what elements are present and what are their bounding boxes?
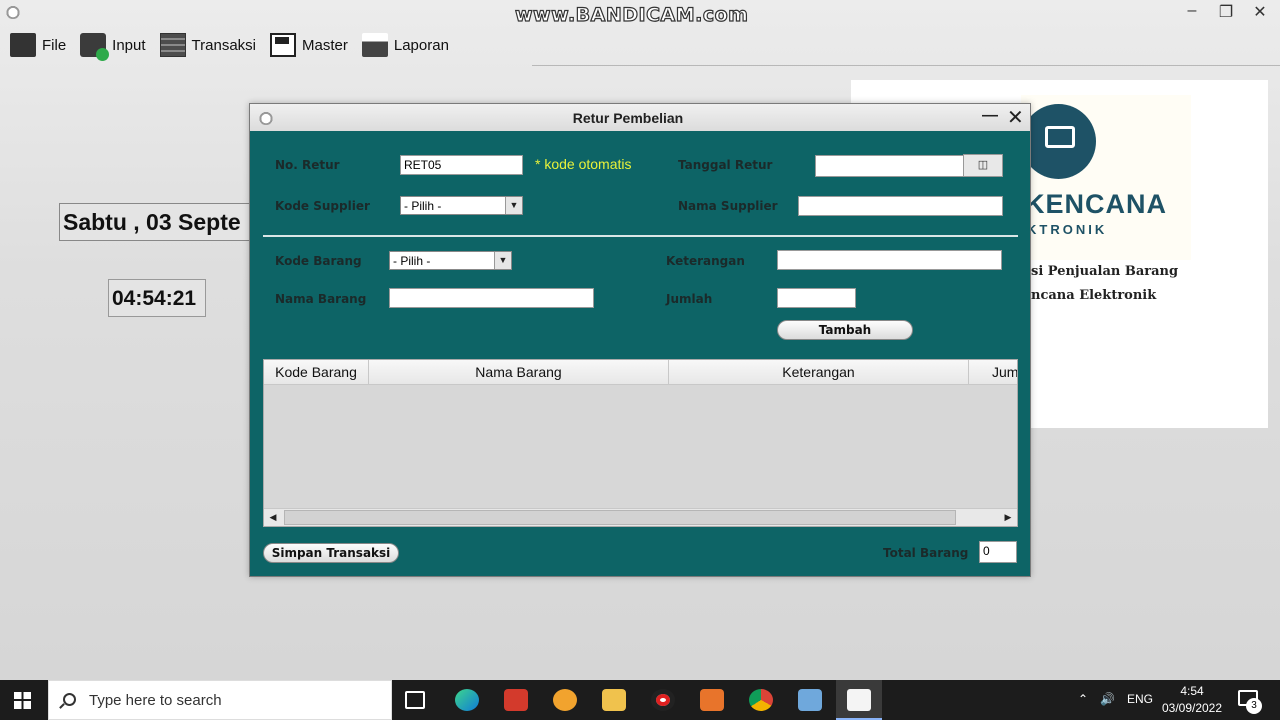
kode-barang-label: Kode Barang <box>275 254 362 268</box>
retur-pembelian-dialog: Retur Pembelian — ✕ No. Retur RET05 * ko… <box>249 103 1031 577</box>
record-icon[interactable] <box>651 689 675 711</box>
edit-icon <box>80 33 110 61</box>
windows-start-icon[interactable] <box>14 692 31 709</box>
app-caption-line2: ncana Elektronik <box>1031 288 1157 303</box>
restore-button[interactable]: ❐ <box>1216 2 1236 22</box>
retur-table: Kode Barang Nama Barang Keterangan Jum ◀… <box>263 359 1018 527</box>
taskbar-search[interactable]: Type here to search <box>48 680 392 720</box>
jumlah-label: Jumlah <box>666 292 713 306</box>
menu-laporan[interactable]: Laporan <box>361 33 449 57</box>
logo-subtitle: KTRONIK <box>1027 222 1108 237</box>
dialog-minimize-button[interactable]: — <box>982 107 998 125</box>
menu-input[interactable]: Input <box>80 33 146 61</box>
no-retur-label: No. Retur <box>275 158 340 172</box>
column-kode-barang[interactable]: Kode Barang <box>264 360 369 385</box>
vpn-shield-icon[interactable] <box>553 689 577 711</box>
search-placeholder: Type here to search <box>89 692 222 709</box>
menu-input-label: Input <box>112 36 146 54</box>
menu-file[interactable]: File <box>10 33 66 57</box>
taskbar-clock[interactable]: 4:54 03/09/2022 <box>1160 683 1224 717</box>
java-cup-icon <box>847 689 871 711</box>
taskbar-time: 4:54 <box>1180 684 1204 698</box>
nama-supplier-field[interactable] <box>798 196 1003 216</box>
close-button[interactable]: ✕ <box>1250 2 1270 22</box>
total-barang-field[interactable]: 0 <box>979 541 1017 563</box>
kode-otomatis-note: * kode otomatis <box>535 156 632 172</box>
language-indicator[interactable]: ENG <box>1127 692 1153 706</box>
jumlah-field[interactable] <box>777 288 856 308</box>
column-nama-barang[interactable]: Nama Barang <box>369 360 669 385</box>
calendar-button[interactable]: ◫ <box>963 154 1003 177</box>
tambah-button[interactable]: Tambah <box>777 320 913 340</box>
menu-master[interactable]: Master <box>270 33 348 57</box>
keterangan-label: Keterangan <box>666 254 745 268</box>
xampp-icon[interactable] <box>700 689 724 711</box>
menu-divider <box>532 65 1280 66</box>
gift-app-icon[interactable] <box>504 689 528 711</box>
column-keterangan[interactable]: Keterangan <box>669 360 969 385</box>
taskbar: Type here to search ⌃ 🔊 ENG 4:54 03/09/2… <box>0 680 1280 720</box>
menu-transaksi-label: Transaksi <box>191 36 257 54</box>
task-view-icon[interactable] <box>405 691 425 709</box>
scroll-right-icon[interactable]: ▶ <box>999 509 1017 526</box>
kode-supplier-value: - Pilih - <box>404 199 442 213</box>
speaker-icon[interactable]: 🔊 <box>1100 692 1115 706</box>
desktop: www.BANDICAM.com – ❐ ✕ File Input Transa… <box>0 0 1280 680</box>
scroll-thumb[interactable] <box>284 510 956 525</box>
menu-transaksi[interactable]: Transaksi <box>159 33 257 57</box>
main-titlebar: www.BANDICAM.com – ❐ ✕ <box>0 0 1280 27</box>
menubar: File Input Transaksi Master Laporan <box>0 28 449 62</box>
nama-barang-label: Nama Barang <box>275 292 367 306</box>
monitor-icon <box>10 33 36 57</box>
tanggal-retur-field[interactable] <box>815 155 964 177</box>
chrome-icon[interactable] <box>749 689 773 711</box>
menu-file-label: File <box>42 36 67 54</box>
bandicam-watermark: www.BANDICAM.com <box>514 3 749 26</box>
keterangan-field[interactable] <box>777 250 1002 270</box>
table-header: Kode Barang Nama Barang Keterangan Jum <box>264 360 1017 385</box>
section-divider <box>263 235 1018 237</box>
simpan-transaksi-button[interactable]: Simpan Transaksi <box>263 543 399 563</box>
search-icon <box>63 693 76 706</box>
app-caption-line1: si Penjualan Barang <box>1031 264 1179 279</box>
computer-icon <box>1045 126 1075 148</box>
java-cup-icon <box>4 3 22 19</box>
menu-master-label: Master <box>302 36 348 54</box>
nama-supplier-label: Nama Supplier <box>678 199 778 213</box>
kode-barang-select[interactable]: - Pilih - ▼ <box>389 251 512 270</box>
notification-badge: 3 <box>1246 698 1262 714</box>
menu-laporan-label: Laporan <box>393 36 449 54</box>
minimize-button[interactable]: – <box>1182 2 1202 22</box>
no-retur-field[interactable]: RET05 <box>400 155 523 175</box>
window-controls: – ❐ ✕ <box>1182 2 1270 22</box>
taskbar-date: 03/09/2022 <box>1161 701 1223 715</box>
kode-supplier-select[interactable]: - Pilih - ▼ <box>400 196 523 215</box>
file-explorer-icon[interactable] <box>602 689 626 711</box>
logo-title: KENCANA <box>1025 189 1167 219</box>
edge-browser-icon[interactable] <box>455 689 479 711</box>
date-display: Sabtu , 03 Septe <box>59 203 259 241</box>
server-icon <box>159 33 186 57</box>
java-app-taskbar-button[interactable] <box>836 680 882 720</box>
horizontal-scrollbar[interactable]: ◀ ▶ <box>264 508 1017 526</box>
clock-display: 04:54:21 <box>108 279 206 317</box>
nama-barang-field[interactable] <box>389 288 594 308</box>
virtualbox-icon[interactable] <box>798 689 822 711</box>
floppy-disk-icon <box>270 33 297 57</box>
chevron-up-icon[interactable]: ⌃ <box>1078 692 1088 706</box>
dialog-title: Retur Pembelian <box>572 110 684 126</box>
kode-barang-value: - Pilih - <box>393 254 431 268</box>
tanggal-retur-label: Tanggal Retur <box>678 158 773 172</box>
column-jumlah[interactable]: Jum <box>969 360 1017 385</box>
chevron-down-icon[interactable]: ▼ <box>494 252 511 269</box>
calendar-icon: ◫ <box>977 159 989 171</box>
dialog-titlebar[interactable]: Retur Pembelian — ✕ <box>250 104 1030 131</box>
chevron-down-icon[interactable]: ▼ <box>505 197 522 214</box>
dialog-close-button[interactable]: ✕ <box>1007 105 1024 130</box>
kode-supplier-label: Kode Supplier <box>275 199 370 213</box>
total-barang-label: Total Barang <box>883 546 969 560</box>
scroll-left-icon[interactable]: ◀ <box>264 509 282 526</box>
printer-icon <box>361 33 388 57</box>
